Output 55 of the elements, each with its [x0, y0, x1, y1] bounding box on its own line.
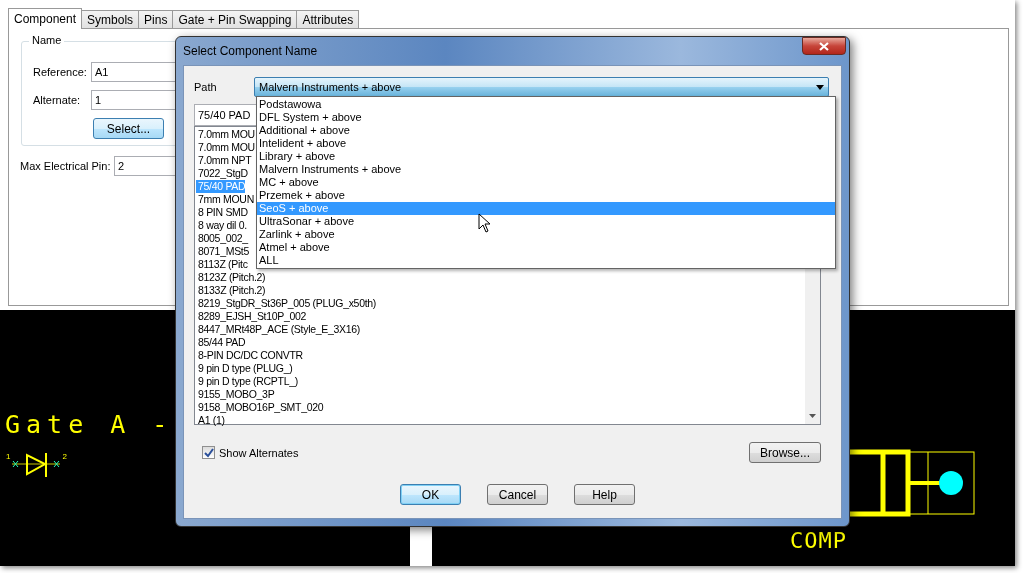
- close-icon: [819, 41, 829, 51]
- list-item[interactable]: 8133Z (Pitch.2): [196, 284, 266, 297]
- group-title: Name: [29, 34, 65, 46]
- list-item[interactable]: 8219_StgDR_St36P_005 (PLUG_x50th): [196, 297, 377, 310]
- list-item[interactable]: 8-PIN DC/DC CONVTR: [196, 349, 303, 362]
- pin-number: 2: [62, 452, 67, 461]
- list-item[interactable]: 9 pin D type (RCPTL_): [196, 375, 298, 388]
- dialog-button[interactable]: Help: [574, 484, 635, 505]
- mouse-pointer-icon: [478, 213, 491, 233]
- dialog-button[interactable]: OK: [400, 484, 461, 505]
- list-item[interactable]: 85/44 PAD: [196, 336, 246, 349]
- pin-number: 1: [6, 452, 11, 461]
- path-dropdown[interactable]: Malvern Instruments + above: [254, 77, 829, 97]
- scroll-down-icon[interactable]: [809, 414, 816, 418]
- field-label: Reference:: [33, 66, 88, 78]
- list-item[interactable]: 8005_002_: [196, 232, 248, 245]
- list-item[interactable]: 8289_EJSH_St10P_002: [196, 310, 307, 323]
- dropdown-option[interactable]: Zarlink + above: [257, 228, 835, 241]
- check-icon: [203, 447, 214, 458]
- dropdown-option[interactable]: ALL: [257, 254, 835, 267]
- dropdown-option[interactable]: Intelident + above: [257, 137, 835, 150]
- list-item[interactable]: 8123Z (Pitch.2): [196, 271, 266, 284]
- list-item[interactable]: 9155_MOBO_3P: [196, 388, 275, 401]
- list-item[interactable]: 7mm MOUN: [196, 193, 254, 206]
- list-item[interactable]: 9 pin D type (PLUG_): [196, 362, 293, 375]
- dropdown-option[interactable]: Przemek + above: [257, 189, 835, 202]
- list-item[interactable]: 7.0mm MOU: [196, 141, 255, 154]
- list-item[interactable]: A1 (1): [196, 414, 225, 427]
- close-button[interactable]: [802, 37, 846, 55]
- field-label: Max Electrical Pin:: [20, 160, 112, 172]
- select-button[interactable]: Select...: [93, 118, 164, 139]
- canvas-object: [410, 524, 432, 566]
- list-item[interactable]: 8071_MSt5: [196, 245, 249, 258]
- dialog-title: Select Component Name: [183, 44, 318, 58]
- list-item[interactable]: 8113Z (Pitc: [196, 258, 248, 271]
- dropdown-option[interactable]: Additional + above: [257, 124, 835, 137]
- browse-button[interactable]: Browse...: [749, 442, 821, 463]
- list-item[interactable]: 7.0mm MOU: [196, 128, 255, 141]
- dropdown-option[interactable]: MC + above: [257, 176, 835, 189]
- list-item[interactable]: 9158_MOBO16P_SMT_020: [196, 401, 324, 414]
- dropdown-option[interactable]: Library + above: [257, 150, 835, 163]
- list-item[interactable]: 8 way dil 0.: [196, 219, 247, 232]
- dropdown-option[interactable]: Atmel + above: [257, 241, 835, 254]
- dropdown-option[interactable]: UltraSonar + above: [257, 215, 835, 228]
- list-item[interactable]: 8447_MRt48P_ACE (Style_E_3X16): [196, 323, 360, 336]
- field-label: Alternate:: [33, 94, 82, 106]
- show-alternates-checkbox[interactable]: Show Alternates: [202, 446, 299, 459]
- dropdown-option[interactable]: Malvern Instruments + above: [257, 163, 835, 176]
- list-item[interactable]: 8 PIN SMD: [196, 206, 248, 219]
- caret-icon: [816, 84, 824, 90]
- gate-label: Gate A -: [5, 410, 174, 439]
- tab[interactable]: Component: [8, 8, 83, 29]
- dialog-button[interactable]: Cancel: [487, 484, 548, 505]
- component-label: COMP: [790, 530, 847, 552]
- path-label: Path: [194, 81, 218, 93]
